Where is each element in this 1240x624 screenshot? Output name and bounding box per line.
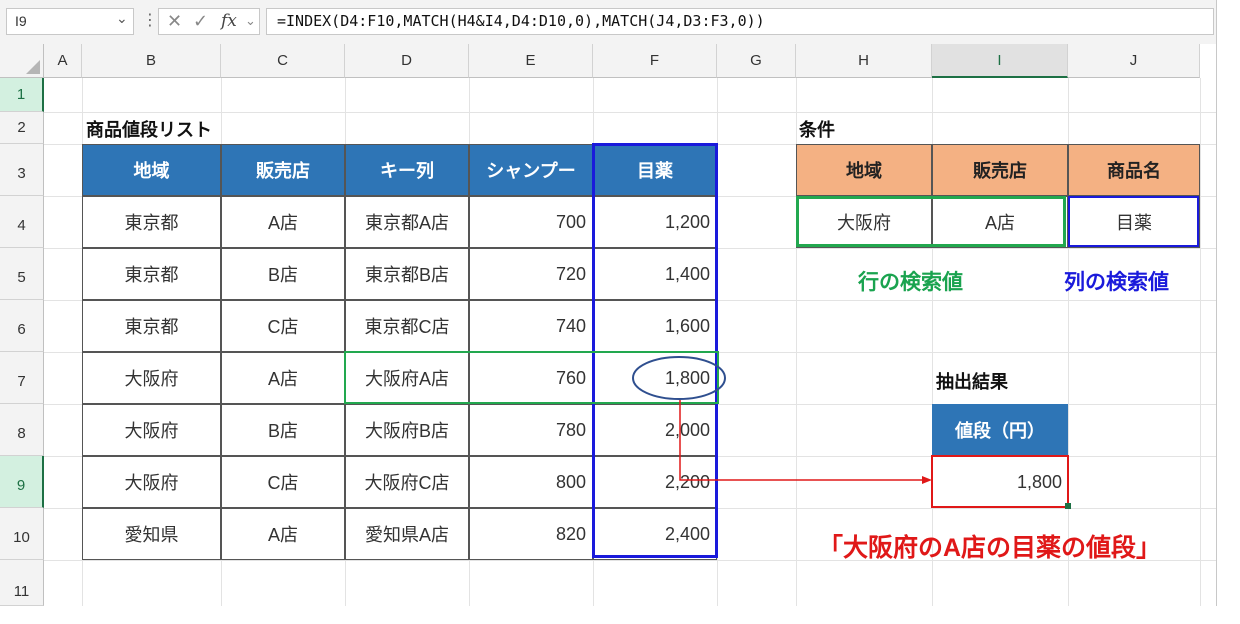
gridline	[44, 112, 1216, 113]
table-cell[interactable]: 東京都	[82, 300, 221, 352]
table-cell[interactable]: A店	[221, 196, 345, 248]
column-lookup-label: 列の検索値	[1064, 271, 1169, 294]
select-all-icon	[26, 60, 40, 74]
match-ellipse	[632, 356, 726, 400]
row-header-9[interactable]: 9	[0, 456, 44, 508]
table-cell[interactable]: 大阪府C店	[345, 456, 469, 508]
row-lookup-highlight	[796, 196, 1066, 247]
list-title: 商品値段リスト	[86, 120, 212, 140]
row-header-10[interactable]: 10	[0, 508, 44, 560]
row-header-2[interactable]: 2	[0, 112, 44, 144]
table-cell[interactable]: C店	[221, 456, 345, 508]
gridline	[1200, 78, 1201, 606]
column-header-e[interactable]: E	[469, 44, 593, 78]
confirm-icon[interactable]: ✓	[193, 11, 208, 32]
table-cell[interactable]: A店	[221, 352, 345, 404]
chevron-down-icon[interactable]: ⌄	[116, 11, 128, 27]
fill-handle[interactable]	[1065, 503, 1071, 509]
condition-title: 条件	[799, 120, 835, 140]
table-cell[interactable]: 800	[469, 456, 593, 508]
caption: 「大阪府のA店の目薬の値段」	[818, 534, 1162, 562]
table-cell[interactable]: B店	[221, 404, 345, 456]
table-cell[interactable]: 東京都	[82, 248, 221, 300]
column-header-f[interactable]: F	[593, 44, 717, 78]
table-cell[interactable]: 愛知県	[82, 508, 221, 560]
table-cell[interactable]: 東京都B店	[345, 248, 469, 300]
result-title: 抽出結果	[936, 372, 1008, 392]
result-header[interactable]: 値段（円）	[932, 404, 1068, 456]
table-cell[interactable]: 780	[469, 404, 593, 456]
table-cell[interactable]: B店	[221, 248, 345, 300]
table-cell[interactable]: 大阪府	[82, 404, 221, 456]
column-header-a[interactable]: A	[44, 44, 82, 78]
insert-function-icon[interactable]: fx	[221, 11, 237, 31]
row-header-6[interactable]: 6	[0, 300, 44, 352]
column-lookup-highlight	[1068, 196, 1199, 247]
table-cell[interactable]: 740	[469, 300, 593, 352]
row-lookup-label: 行の検索値	[858, 271, 963, 294]
row-header-5[interactable]: 5	[0, 248, 44, 300]
list-header-key[interactable]: キー列	[345, 144, 469, 196]
row-header-4[interactable]: 4	[0, 196, 44, 248]
result-arrow	[679, 400, 932, 484]
column-header-j[interactable]: J	[1068, 44, 1200, 78]
cancel-icon[interactable]: ✕	[167, 11, 182, 32]
list-header-region[interactable]: 地域	[82, 144, 221, 196]
table-cell[interactable]: A店	[221, 508, 345, 560]
window-edge	[1216, 0, 1240, 606]
condition-header-region[interactable]: 地域	[796, 144, 932, 196]
column-header-d[interactable]: D	[345, 44, 469, 78]
table-cell[interactable]: 700	[469, 196, 593, 248]
column-header-c[interactable]: C	[221, 44, 345, 78]
formula-input[interactable]: =INDEX(D4:F10,MATCH(H4&I4,D4:D10,0),MATC…	[266, 8, 1214, 35]
name-box[interactable]: I9	[6, 8, 134, 35]
condition-header-product[interactable]: 商品名	[1068, 144, 1200, 196]
column-header-i[interactable]: I	[932, 44, 1068, 78]
table-cell[interactable]: 大阪府	[82, 352, 221, 404]
chevron-down-icon[interactable]: ⌄	[245, 14, 256, 29]
table-cell[interactable]: 大阪府B店	[345, 404, 469, 456]
more-options-icon[interactable]: ⋮	[142, 10, 158, 29]
column-header-b[interactable]: B	[82, 44, 221, 78]
list-header-store[interactable]: 販売店	[221, 144, 345, 196]
list-header-shampoo[interactable]: シャンプー	[469, 144, 593, 196]
row-header-8[interactable]: 8	[0, 404, 44, 456]
table-cell[interactable]: 大阪府	[82, 456, 221, 508]
result-highlight	[931, 455, 1069, 508]
row-header-1[interactable]: 1	[0, 78, 44, 112]
formula-controls: ✕ ✓ fx ⌄	[158, 8, 260, 35]
row-header-3[interactable]: 3	[0, 144, 44, 196]
table-cell[interactable]: 820	[469, 508, 593, 560]
table-cell[interactable]: C店	[221, 300, 345, 352]
table-cell[interactable]: 720	[469, 248, 593, 300]
column-header-h[interactable]: H	[796, 44, 932, 78]
table-cell[interactable]: 愛知県A店	[345, 508, 469, 560]
table-cell[interactable]: 東京都	[82, 196, 221, 248]
condition-header-store[interactable]: 販売店	[932, 144, 1068, 196]
table-cell[interactable]: 東京都A店	[345, 196, 469, 248]
row-header-7[interactable]: 7	[0, 352, 44, 404]
row-header-11[interactable]: 11	[0, 560, 44, 606]
table-cell[interactable]: 東京都C店	[345, 300, 469, 352]
column-header-g[interactable]: G	[717, 44, 796, 78]
